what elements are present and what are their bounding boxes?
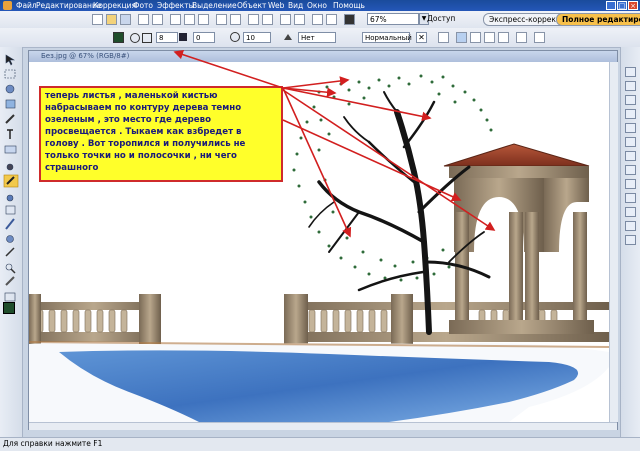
menu-edit[interactable]: Редактирование	[36, 1, 101, 10]
vertical-scrollbar[interactable]	[609, 62, 618, 422]
cut-icon[interactable]	[170, 14, 181, 25]
dock-panel-icon[interactable]	[625, 123, 636, 133]
dock-panel-icon[interactable]	[625, 165, 636, 175]
brush-options-icon[interactable]	[484, 32, 495, 43]
balustrade-right	[284, 294, 609, 344]
import-icon[interactable]	[248, 14, 259, 25]
texture-select[interactable]: Нет	[298, 32, 336, 43]
dock-panel-icon[interactable]	[625, 193, 636, 203]
balustrade-left	[29, 294, 161, 344]
dock-panel-icon[interactable]	[625, 179, 636, 189]
dock-panel-icon[interactable]	[625, 109, 636, 119]
crop-icon[interactable]	[280, 14, 291, 25]
menu-selection[interactable]: Выделение	[192, 1, 237, 10]
save-icon[interactable]	[120, 14, 131, 25]
property-bar: 8 0 10 Нет Нормальный ✕	[0, 28, 640, 48]
status-text: Для справки нажмите F1	[3, 439, 103, 448]
close-icon[interactable]: ×	[628, 1, 638, 10]
clear-icon[interactable]: ✕	[416, 32, 427, 43]
dock-panel-icon[interactable]	[625, 137, 636, 147]
blend-mode-select[interactable]: Нормальный	[362, 32, 412, 43]
export-icon[interactable]	[262, 14, 273, 25]
tab-full-editing[interactable]: Полное редактиров...	[556, 13, 640, 26]
scan-icon[interactable]	[152, 14, 163, 25]
anti-alias-icon[interactable]	[470, 32, 481, 43]
guides-icon[interactable]	[326, 14, 337, 25]
dock-panel-icon[interactable]	[625, 67, 636, 77]
camera-icon[interactable]	[516, 32, 527, 43]
nib-size-field[interactable]: 8	[156, 32, 178, 43]
zoom-field[interactable]: 67%	[367, 13, 419, 25]
redo-icon[interactable]	[230, 14, 241, 25]
round-nib-icon[interactable]	[130, 33, 140, 43]
menu-web[interactable]: Web	[268, 1, 284, 10]
square-nib-icon[interactable]	[142, 33, 152, 43]
menu-file[interactable]: Файл	[16, 1, 37, 10]
nib-shape-icon[interactable]	[179, 33, 187, 41]
right-dock	[620, 47, 640, 437]
dropper-icon[interactable]	[534, 32, 545, 43]
status-bar: Для справки нажмите F1	[0, 437, 640, 451]
foreground-color-swatch[interactable]	[3, 302, 15, 314]
grid-icon[interactable]	[312, 14, 323, 25]
menu-correction[interactable]: Коррекция	[93, 1, 136, 10]
dock-panel-icon[interactable]	[625, 207, 636, 217]
pressure-icon[interactable]	[456, 32, 467, 43]
new-file-icon[interactable]	[92, 14, 103, 25]
toolbox-icons[interactable]	[3, 53, 19, 333]
open-folder-icon[interactable]	[106, 14, 117, 25]
soft-edge-icon[interactable]	[230, 32, 240, 42]
undo-icon[interactable]	[216, 14, 227, 25]
dock-panel-icon[interactable]	[625, 221, 636, 231]
main-toolbar: 67% ▼ Доступ Экспресс-коррекция Полное р…	[0, 11, 640, 29]
horizontal-scrollbar[interactable]	[29, 422, 617, 430]
minimize-icon[interactable]: _	[606, 1, 616, 10]
color-mode-icon[interactable]	[344, 14, 355, 25]
instruction-callout: теперь листья , маленькой кистью набрасы…	[39, 86, 283, 182]
texture-icon	[283, 32, 293, 42]
access-label[interactable]: Доступ	[427, 14, 455, 23]
transparency-field[interactable]: 0	[193, 32, 215, 43]
print-icon[interactable]	[138, 14, 149, 25]
brush-color-swatch[interactable]	[113, 32, 124, 43]
toolbox	[0, 47, 23, 437]
maximize-icon[interactable]: □	[617, 1, 627, 10]
paste-icon[interactable]	[198, 14, 209, 25]
dock-panel-icon[interactable]	[625, 151, 636, 161]
menu-effects[interactable]: Эффекты	[157, 1, 195, 10]
feather-field[interactable]: 10	[243, 32, 271, 43]
menu-view[interactable]: Вид	[288, 1, 303, 10]
text-icon[interactable]	[294, 14, 305, 25]
document-title[interactable]: Без.jpg @ 67% (RGB/8#)	[29, 51, 617, 62]
copy-icon[interactable]	[184, 14, 195, 25]
dock-panel-icon[interactable]	[625, 235, 636, 245]
menu-window[interactable]: Окно	[307, 1, 327, 10]
brush-lock-icon[interactable]	[498, 32, 509, 43]
dock-panel-icon[interactable]	[625, 95, 636, 105]
menu-photo[interactable]: Фото	[133, 1, 153, 10]
menu-help[interactable]: Помощь	[333, 1, 365, 10]
menu-object[interactable]: Объект	[237, 1, 266, 10]
app-icon	[3, 1, 12, 10]
settings-icon[interactable]	[438, 32, 449, 43]
menu-bar: Файл Редактирование Коррекция Фото Эффек…	[0, 0, 640, 11]
dock-panel-icon[interactable]	[625, 81, 636, 91]
